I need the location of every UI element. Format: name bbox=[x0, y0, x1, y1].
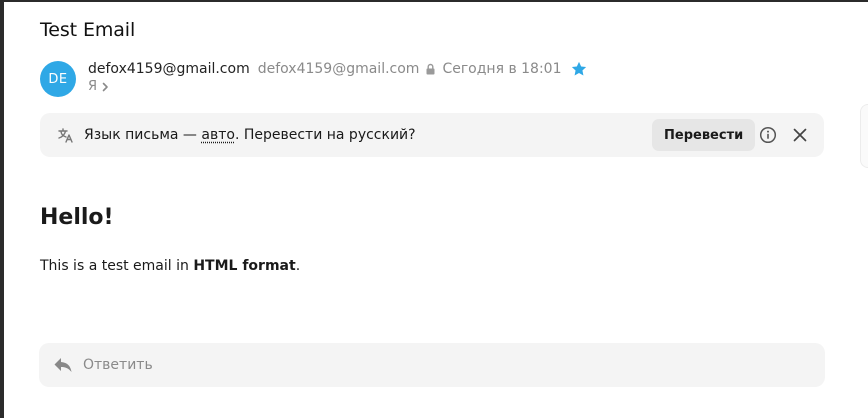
sender-name[interactable]: defox4159@gmail.com bbox=[88, 61, 250, 77]
language-auto-link[interactable]: авто bbox=[201, 127, 235, 143]
translate-prompt: Язык письма — авто. Перевести на русский… bbox=[84, 127, 416, 143]
sender-email[interactable]: defox4159@gmail.com bbox=[258, 61, 420, 77]
reply-button[interactable]: Ответить bbox=[39, 343, 825, 387]
body-text-bold: HTML format bbox=[193, 258, 296, 274]
message-date: Сегодня в 18:01 bbox=[442, 61, 562, 77]
window-frame-left bbox=[0, 0, 4, 418]
side-panel-edge bbox=[860, 104, 868, 168]
sender-row: defox4159@gmail.com defox4159@gmail.com … bbox=[88, 60, 588, 78]
recipient-toggle[interactable]: Я bbox=[88, 79, 109, 94]
email-body-heading: Hello! bbox=[40, 205, 114, 230]
email-body-text: This is a test email in HTML format. bbox=[40, 258, 300, 274]
chevron-right-icon bbox=[102, 82, 108, 91]
translate-text-after: . Перевести на русский? bbox=[234, 127, 416, 143]
close-icon[interactable] bbox=[791, 126, 809, 144]
translate-bar: Язык письма — авто. Перевести на русский… bbox=[40, 113, 824, 157]
reply-label: Ответить bbox=[83, 357, 153, 373]
avatar[interactable]: DE bbox=[40, 61, 76, 97]
translate-button[interactable]: Перевести bbox=[652, 119, 756, 151]
translate-text-before: Язык письма — bbox=[84, 127, 202, 143]
window-frame-top bbox=[0, 0, 868, 2]
message-subject: Test Email bbox=[40, 19, 136, 41]
lock-icon bbox=[425, 63, 436, 75]
info-icon[interactable] bbox=[759, 126, 777, 144]
translate-icon bbox=[58, 128, 73, 143]
star-icon[interactable] bbox=[570, 60, 588, 78]
body-text-after: . bbox=[295, 258, 301, 274]
recipient-label: Я bbox=[88, 79, 98, 94]
reply-icon bbox=[54, 358, 72, 372]
body-text-before: This is a test email in bbox=[40, 258, 194, 274]
